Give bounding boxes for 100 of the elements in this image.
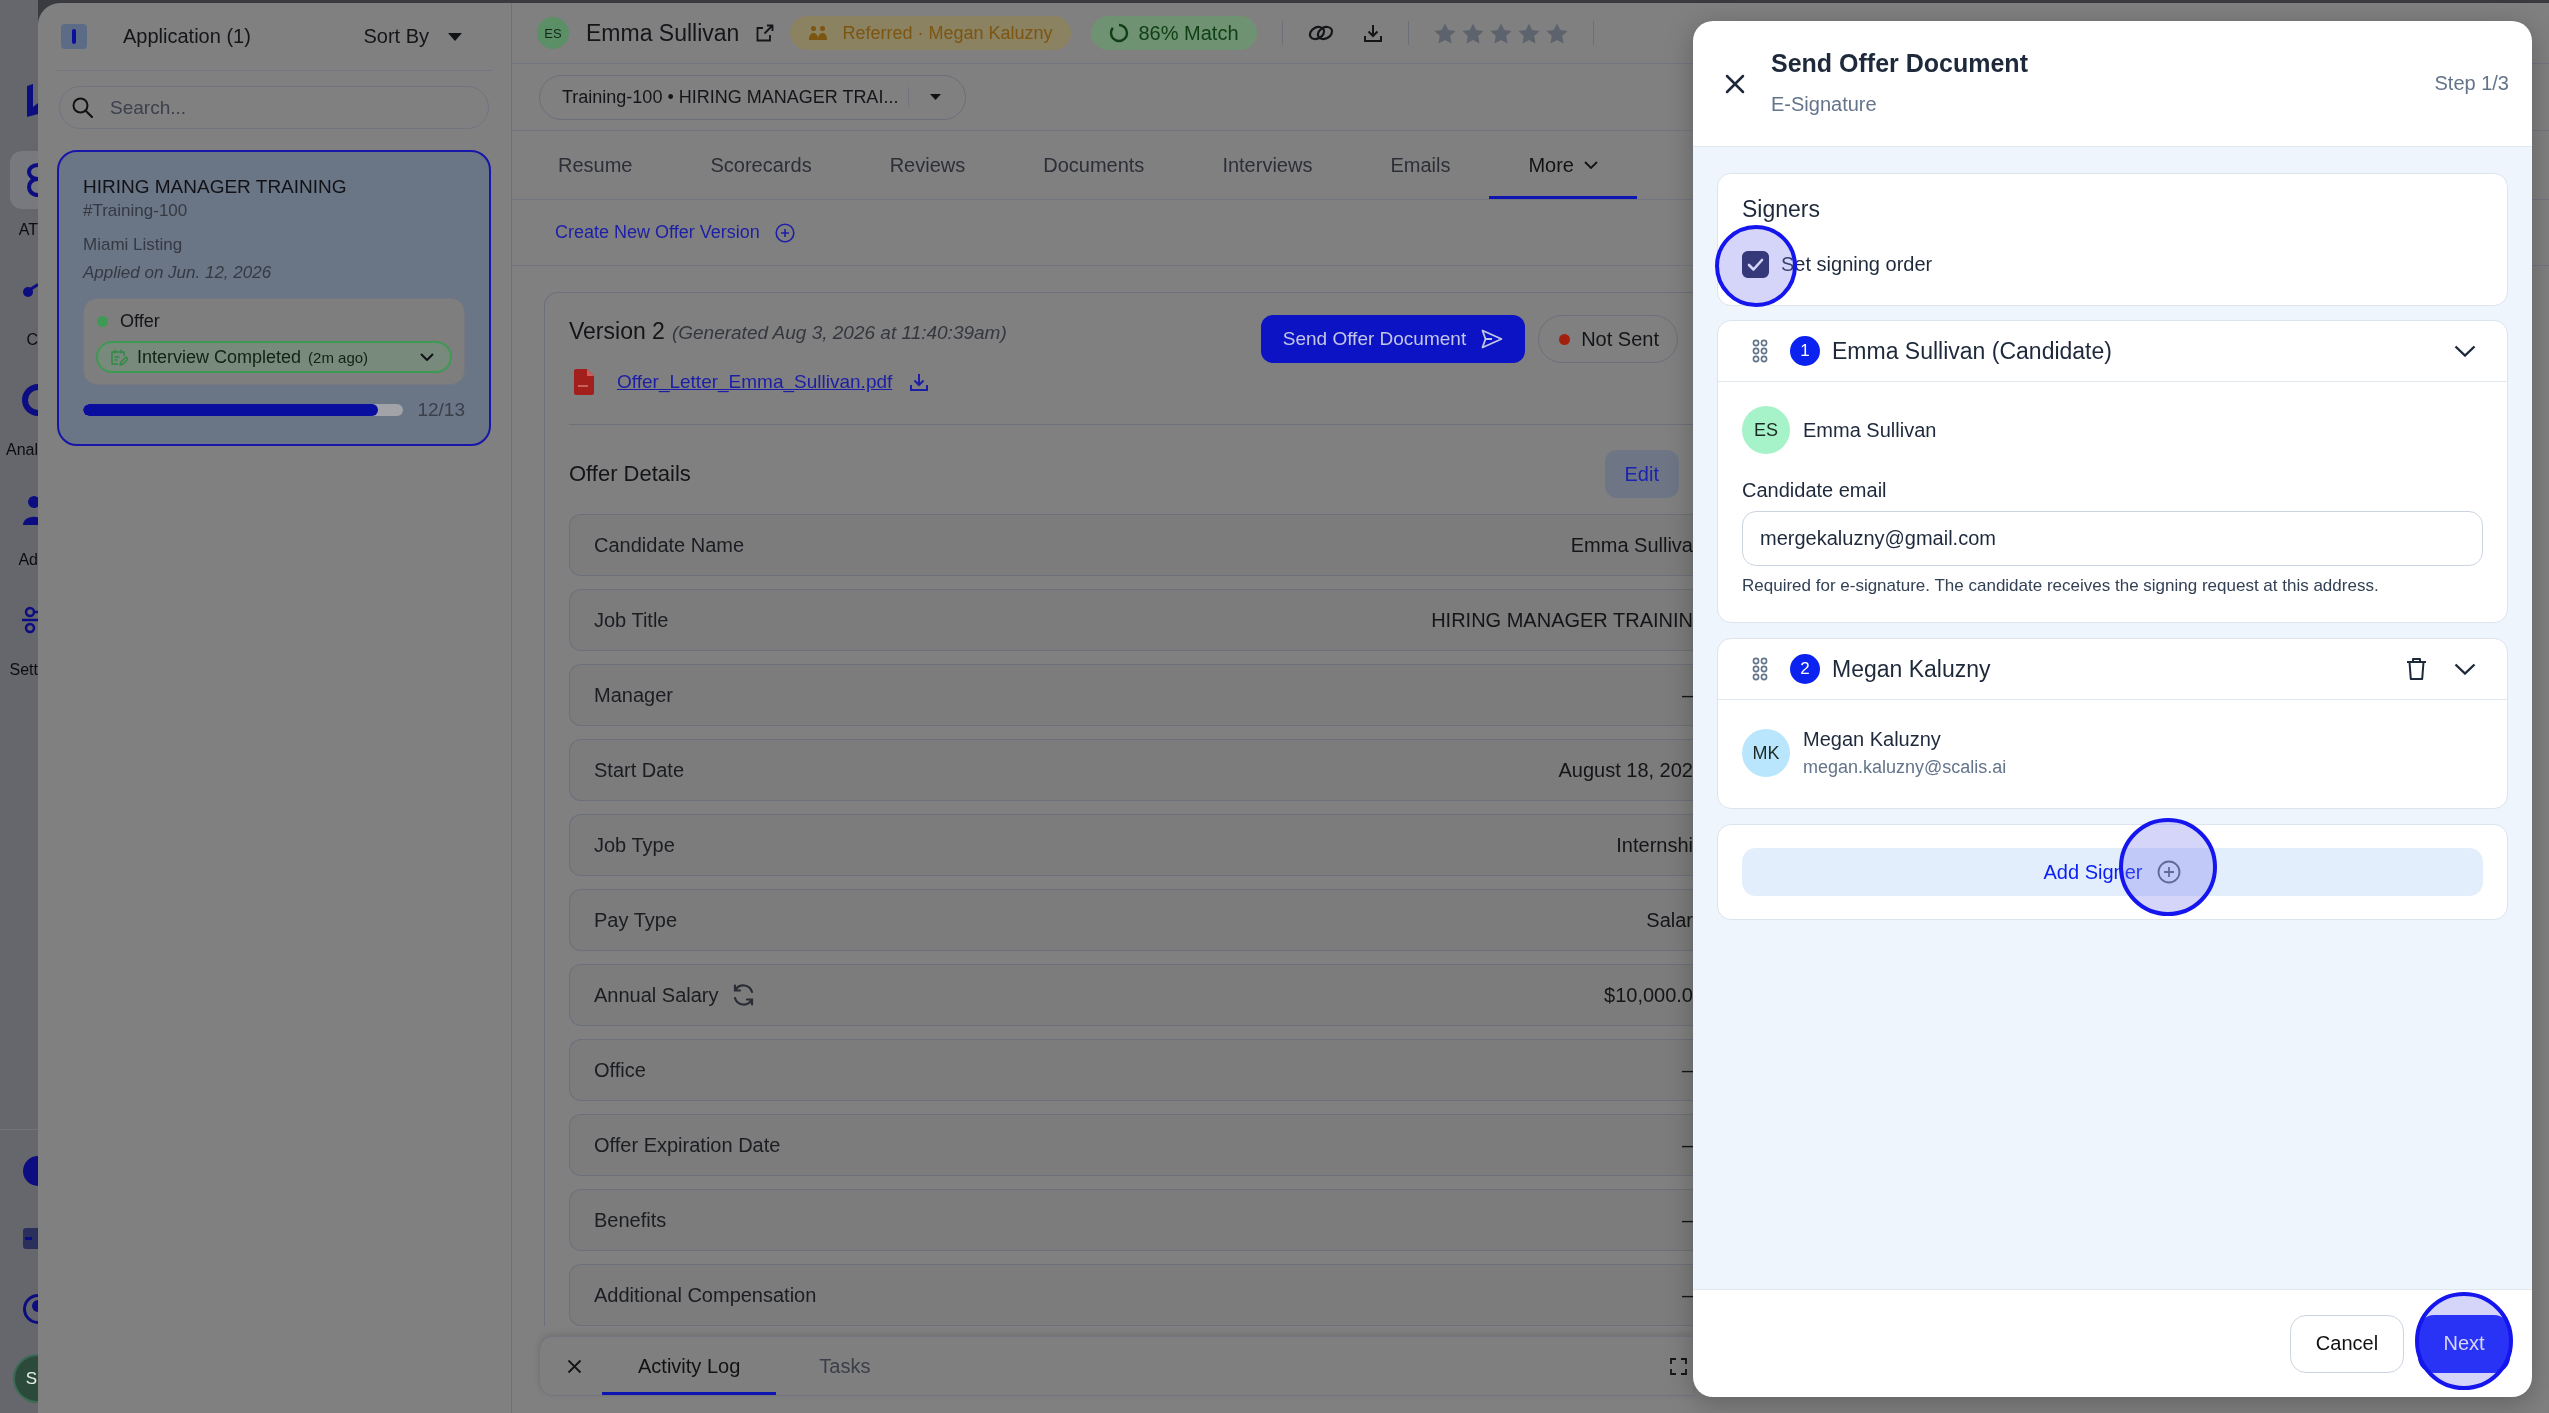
caret-icon xyxy=(930,94,941,100)
panel-icon[interactable] xyxy=(61,24,87,49)
field-value: Internshi xyxy=(1616,833,1693,857)
search-field[interactable]: Search... xyxy=(59,86,489,129)
person-icon xyxy=(22,493,38,527)
version-title: Version 2 xyxy=(569,318,665,345)
star-icon[interactable] xyxy=(1517,22,1540,44)
trash-icon[interactable] xyxy=(2406,657,2427,681)
avatar: MK xyxy=(1742,729,1790,777)
field-value: Salar xyxy=(1646,908,1693,932)
match-label: 86% Match xyxy=(1138,21,1239,45)
field-label: Start Date xyxy=(594,758,685,782)
signer-name: Megan Kaluzny xyxy=(1832,655,1991,683)
field-label: Pay Type xyxy=(594,908,678,932)
signer-email: megan.kaluzny@scalis.ai xyxy=(1803,756,2007,779)
field-value: $10,000.0 xyxy=(1604,983,1693,1007)
drag-handle-icon[interactable] xyxy=(1752,657,1768,681)
tab[interactable]: Tasks xyxy=(783,1337,907,1395)
download-icon[interactable] xyxy=(1362,23,1383,43)
nav-button[interactable] xyxy=(10,151,38,209)
field-label: Office xyxy=(594,1058,646,1082)
star-icon[interactable] xyxy=(1545,22,1568,44)
plus-circle-icon xyxy=(774,222,795,243)
tab[interactable]: Resume xyxy=(519,131,672,199)
node-icon xyxy=(22,283,38,297)
calendar-edit-icon xyxy=(110,348,128,366)
star-icon[interactable] xyxy=(1433,22,1456,44)
tab[interactable]: Documents xyxy=(1004,131,1184,199)
file-link[interactable]: Offer_Letter_Emma_Sullivan.pdf xyxy=(617,371,893,393)
star-icon[interactable] xyxy=(1489,22,1512,44)
stage-label: Offer xyxy=(120,310,160,332)
status-dropdown[interactable]: Interview Completed (2m ago) xyxy=(96,341,452,373)
search-icon xyxy=(72,97,93,118)
field-value: – xyxy=(1681,1133,1693,1157)
expand-icon[interactable] xyxy=(1670,1357,1687,1375)
external-link-icon[interactable] xyxy=(756,24,775,42)
job-title: HIRING MANAGER TRAINING xyxy=(83,176,348,198)
field-label: Job Title xyxy=(594,608,669,632)
status-dot-icon xyxy=(1559,333,1571,345)
star-icon[interactable] xyxy=(1461,22,1484,44)
cancel-button[interactable]: Cancel xyxy=(2290,1314,2404,1373)
helper-text: Required for e-signature. The candidate receives the signing request at this address. xyxy=(1742,576,2380,596)
field-label: Job Type xyxy=(594,833,675,857)
field-value: – xyxy=(1681,1283,1693,1307)
edit-button[interactable]: Edit xyxy=(1604,450,1679,498)
field-label: Benefits xyxy=(594,1208,667,1232)
document-icon xyxy=(574,369,594,395)
sort-button[interactable]: Sort By xyxy=(363,25,462,48)
field-label: Annual Salary xyxy=(594,983,719,1007)
tab[interactable]: Scorecards xyxy=(671,131,851,199)
chevron-down-icon xyxy=(1584,161,1598,169)
half-ring-icon[interactable] xyxy=(22,1294,38,1324)
tab[interactable]: Reviews xyxy=(850,131,1005,199)
link-icon[interactable] xyxy=(1307,23,1334,43)
field-value: HIRING MANAGER TRAININ xyxy=(1431,608,1693,632)
avatar: ES xyxy=(1742,406,1790,454)
field-label: Additional Compensation xyxy=(594,1283,817,1307)
field-value: Emma Sulliva xyxy=(1570,533,1693,557)
panel-title: Application (1) xyxy=(123,25,251,48)
nav-label[interactable]: Ad xyxy=(0,550,38,570)
modal-subtitle: E-Signature xyxy=(1771,91,1878,116)
close-icon[interactable] xyxy=(1725,73,1745,94)
field-value: – xyxy=(1681,683,1693,707)
status-dot-icon xyxy=(97,315,108,327)
nav-label[interactable]: Sett xyxy=(0,660,38,680)
modal-title: Send Offer Document xyxy=(1771,47,2028,78)
send-offer-button[interactable]: Send Offer Document xyxy=(1260,315,1526,363)
nav-label[interactable]: AT xyxy=(0,220,38,240)
nav-label[interactable]: C xyxy=(0,330,38,350)
tab[interactable]: More xyxy=(1489,131,1637,199)
plus-circle-icon xyxy=(2157,860,2182,884)
progress-label: 12/13 xyxy=(417,399,465,421)
job-code: #Training-100 xyxy=(83,201,189,221)
next-button[interactable]: Next xyxy=(2418,1314,2510,1373)
nav-label[interactable]: Anal xyxy=(0,440,38,460)
download-icon[interactable] xyxy=(909,372,930,392)
tab[interactable]: Activity Log xyxy=(602,1337,777,1395)
field-label: Manager xyxy=(594,683,673,707)
arc-icon xyxy=(22,383,38,417)
tab[interactable]: Interviews xyxy=(1183,131,1352,199)
field-value: August 18, 202 xyxy=(1558,758,1693,782)
step-indicator: Step 1/3 xyxy=(2434,72,2509,95)
email-field[interactable]: mergekaluzny@gmail.com xyxy=(1742,511,2483,566)
field-value: – xyxy=(1681,1058,1693,1082)
drag-handle-icon[interactable] xyxy=(1752,339,1768,363)
application-card[interactable]: HIRING MANAGER TRAINING #Training-100 Miami Listing Applied on Jun. 12, 2026 Offer Interview Completed (2m ago) 12/13 xyxy=(57,150,491,446)
tab[interactable]: Emails xyxy=(1351,131,1490,199)
status-label: Not Sent xyxy=(1581,327,1659,351)
section-title: Offer Details xyxy=(569,461,691,487)
create-offer-link[interactable]: Create New Offer Version xyxy=(555,222,795,243)
chevron-down-icon[interactable] xyxy=(2454,345,2476,357)
signing-order-checkbox[interactable] xyxy=(1742,251,1769,278)
candidate-name: Emma Sullivan xyxy=(586,19,740,47)
field-label: Candidate Name xyxy=(594,533,745,557)
user-avatar[interactable]: S xyxy=(13,1354,38,1403)
chevron-down-icon[interactable] xyxy=(2454,663,2476,675)
chevron-down-icon xyxy=(420,353,434,361)
minus-tile-icon[interactable] xyxy=(22,1225,38,1252)
star-rating[interactable] xyxy=(1433,22,1568,44)
caret-icon xyxy=(448,32,462,41)
